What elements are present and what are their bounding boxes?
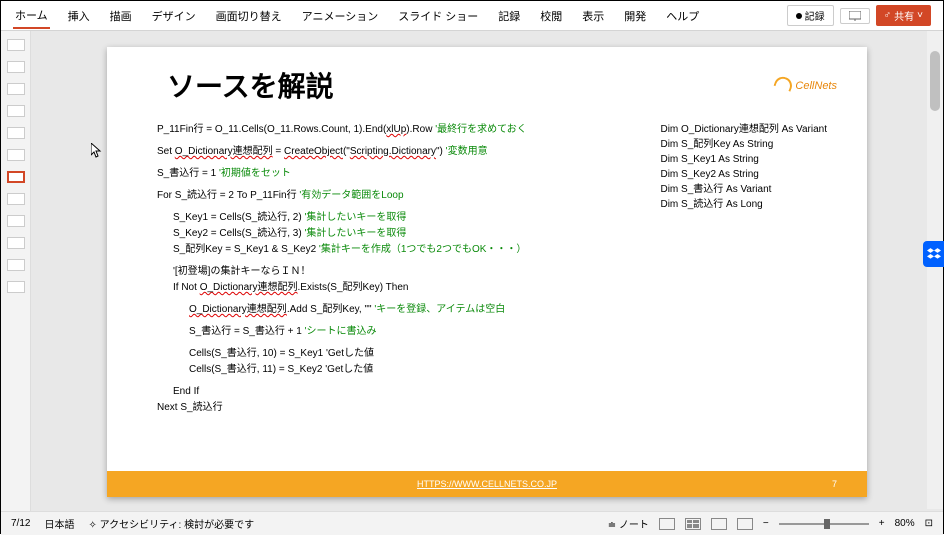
tab-animations[interactable]: アニメーション — [300, 4, 381, 28]
present-icon — [849, 11, 861, 21]
slide-thumb[interactable] — [7, 105, 25, 117]
tab-review[interactable]: 校閲 — [538, 4, 564, 28]
thumbnail-panel — [1, 31, 31, 511]
present-button[interactable] — [840, 8, 870, 24]
ribbon: ホーム 挿入 描画 デザイン 画面切り替え アニメーション スライド ショー 記… — [1, 1, 943, 31]
zoom-in-icon[interactable]: + — [879, 518, 885, 529]
tab-transitions[interactable]: 画面切り替え — [214, 4, 284, 28]
zoom-out-icon[interactable]: − — [763, 518, 769, 529]
record-button[interactable]: 記録 — [787, 5, 834, 26]
slide-canvas: ソースを解説 CellNets P_11Fin行 = O_11.Cells(O_… — [31, 31, 943, 511]
slide[interactable]: ソースを解説 CellNets P_11Fin行 = O_11.Cells(O_… — [107, 47, 867, 497]
slide-thumb[interactable] — [7, 39, 25, 51]
tab-home[interactable]: ホーム — [13, 3, 50, 29]
status-bar: 7/12 日本語 ✧ アクセシビリティ: 検討が必要です ≐ ノート − + 8… — [1, 511, 943, 535]
view-normal-icon[interactable] — [659, 518, 675, 530]
tab-design[interactable]: デザイン — [150, 4, 198, 28]
tab-record[interactable]: 記録 — [496, 4, 522, 28]
slide-thumb[interactable] — [7, 259, 25, 271]
slide-thumb[interactable] — [7, 281, 25, 293]
slide-footer: HTTPS://WWW.CELLNETS.CO.JP 7 — [107, 471, 867, 497]
slide-thumb[interactable] — [7, 215, 25, 227]
notes-button[interactable]: ≐ ノート — [608, 516, 649, 531]
slide-thumb[interactable] — [7, 149, 25, 161]
footer-url: HTTPS://WWW.CELLNETS.CO.JP — [417, 479, 557, 489]
slide-thumb-current[interactable] — [7, 171, 25, 183]
tab-slideshow[interactable]: スライド ショー — [396, 4, 480, 28]
page-number: 7 — [832, 479, 837, 489]
dropbox-badge[interactable] — [923, 241, 944, 267]
zoom-level[interactable]: 80% — [895, 518, 915, 529]
scroll-thumb[interactable] — [930, 51, 940, 111]
record-dot-icon — [796, 13, 802, 19]
tab-help[interactable]: ヘルプ — [664, 4, 701, 28]
dropbox-icon — [927, 247, 941, 261]
logo: CellNets — [775, 77, 837, 92]
view-sorter-icon[interactable] — [685, 518, 701, 530]
tab-developer[interactable]: 開発 — [622, 4, 648, 28]
tab-insert[interactable]: 挿入 — [66, 4, 92, 28]
slide-title: ソースを解説 — [107, 47, 867, 115]
slide-thumb[interactable] — [7, 61, 25, 73]
code-block: P_11Fin行 = O_11.Cells(O_11.Rows.Count, 1… — [157, 122, 527, 416]
fit-window-icon[interactable]: ⊡ — [925, 518, 933, 529]
vertical-scrollbar[interactable] — [927, 31, 943, 509]
slide-thumb[interactable] — [7, 237, 25, 249]
share-button[interactable]: ♂ 共有 ˅ — [876, 5, 931, 26]
slide-thumb[interactable] — [7, 127, 25, 139]
slide-thumb[interactable] — [7, 193, 25, 205]
tab-draw[interactable]: 描画 — [108, 4, 134, 28]
page-indicator: 7/12 — [11, 518, 30, 529]
accessibility-status[interactable]: ✧ アクセシビリティ: 検討が必要です — [88, 516, 254, 531]
language-indicator[interactable]: 日本語 — [44, 516, 74, 531]
slide-thumb[interactable] — [7, 83, 25, 95]
view-slideshow-icon[interactable] — [737, 518, 753, 530]
tab-view[interactable]: 表示 — [580, 4, 606, 28]
view-reading-icon[interactable] — [711, 518, 727, 530]
dim-block: Dim O_Dictionary連想配列 As Variant Dim S_配列… — [660, 122, 827, 212]
zoom-slider[interactable] — [779, 523, 869, 525]
